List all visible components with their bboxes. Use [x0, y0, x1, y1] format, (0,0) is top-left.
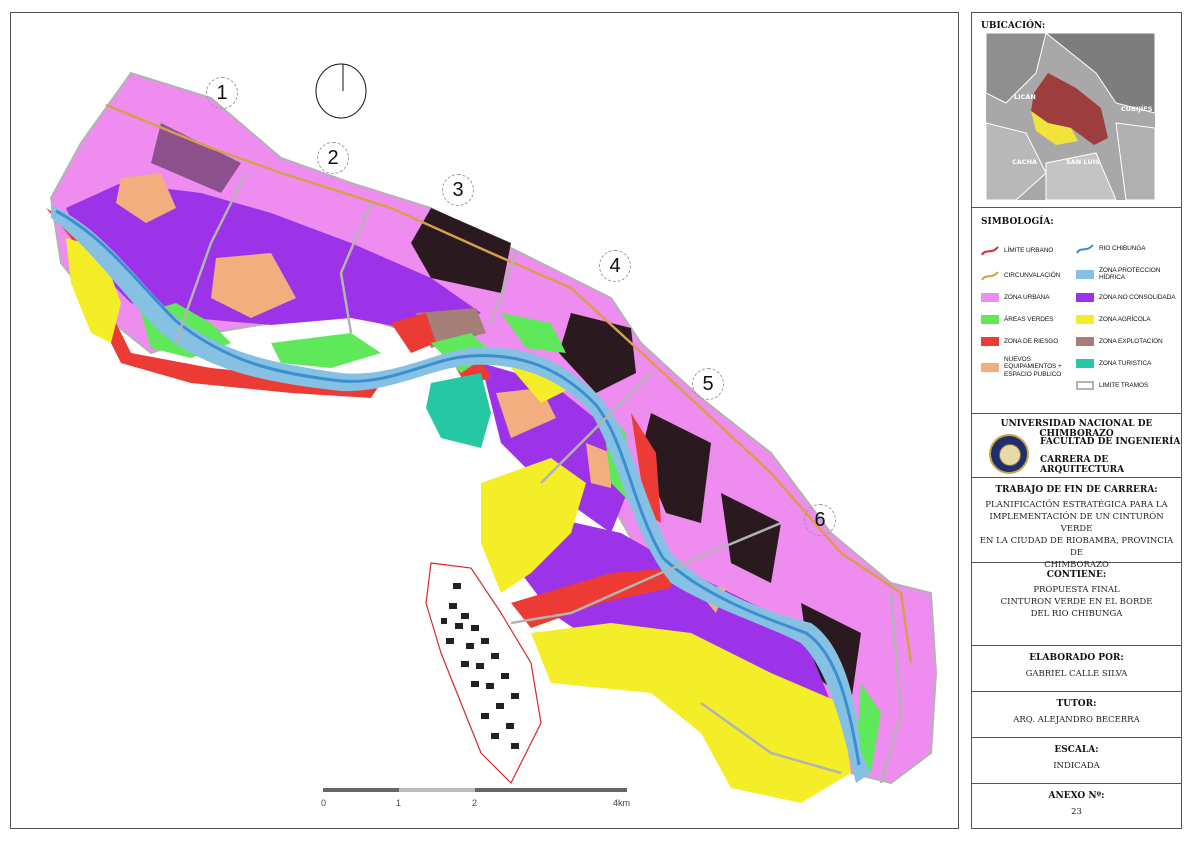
place-label: CUBIJÍES — [1121, 105, 1153, 113]
color-swatch — [1076, 337, 1094, 346]
outline-swatch — [1076, 381, 1094, 390]
tutor-heading: TUTOR: — [1056, 699, 1097, 709]
scale-bar: 0 1 2 4km — [321, 788, 631, 812]
urban-limit-center — [425, 562, 542, 785]
author-name: GABRIEL CALLE SILVA — [1025, 669, 1128, 679]
university-seal-icon — [989, 434, 1029, 474]
scale-label: 0 — [321, 798, 327, 808]
zoning-map[interactable] — [11, 13, 959, 829]
author-section: ELABORADO POR: GABRIEL CALLE SILVA — [972, 646, 1181, 692]
tutor-name: ARQ. ALEJANDRO BECERRA — [1013, 715, 1140, 725]
annex-heading: ANEXO Nº: — [1048, 791, 1105, 801]
annex-section: ANEXO Nº: 23 — [972, 784, 1181, 830]
scale-segment-2 — [399, 788, 475, 792]
legend-item-agricola: ZONA AGRÍCOLA — [1076, 315, 1151, 324]
thesis-heading: TRABAJO DE FIN DE CARRERA: — [995, 485, 1158, 495]
legend-item-limite-tramos: LIMITE TRAMOS — [1076, 381, 1148, 390]
legend-item-no-consolidada: ZONA NO CONSOLIDADA — [1076, 293, 1176, 302]
legend-title: SIMBOLOGÍA: — [981, 217, 1054, 227]
scale-value: INDICADA — [1053, 761, 1100, 771]
scale-label: 4km — [613, 798, 631, 808]
title-block: UBICACIÓN: LICÁN CUBIJÍES CACHA SAN LUIS… — [971, 12, 1182, 829]
thesis-line: PLANIFICACIÓN ESTRATÉGICA PARA LA — [985, 500, 1168, 510]
place-label: CACHA — [1012, 158, 1038, 166]
line-swatch — [981, 246, 999, 256]
color-swatch — [1076, 315, 1094, 324]
author-heading: ELABORADO POR: — [1029, 653, 1124, 663]
tutor-section: TUTOR: ARQ. ALEJANDRO BECERRA — [972, 692, 1181, 738]
color-swatch — [1076, 293, 1094, 302]
contents-line: CINTURON VERDE EN EL BORDE — [1000, 597, 1153, 607]
color-swatch — [1076, 269, 1094, 279]
thesis-line: IMPLEMENTACIÓN DE UN CINTURÓN VERDE — [989, 512, 1164, 534]
thesis-section: TRABAJO DE FIN DE CARRERA: PLANIFICACIÓN… — [972, 478, 1181, 570]
sector-label-4: 4 — [599, 250, 631, 282]
color-swatch — [981, 315, 999, 324]
contents-heading: CONTIENE: — [1046, 570, 1107, 580]
contents-line: DEL RIO CHIBUNGA — [1030, 609, 1123, 619]
color-swatch — [1076, 359, 1094, 368]
legend-item-proteccion: ZONA PROTECCION HÍDRICA — [1076, 267, 1176, 282]
career-name: CARRERA DE ARQUITECTURA — [1040, 455, 1125, 475]
scale-label: 1 — [396, 798, 402, 808]
legend-item-circunvalacion: CIRCUNVALACIÓN — [981, 271, 1060, 281]
scale-label: 2 — [472, 798, 478, 808]
contents-line: PROPUESTA FINAL — [1033, 585, 1120, 595]
scale-section: ESCALA: INDICADA — [972, 738, 1181, 784]
legend-item-turistica: ZONA TURISTICA — [1076, 359, 1151, 368]
sector-label-3: 3 — [442, 174, 474, 206]
contents-section: CONTIENE: PROPUESTA FINAL CINTURON VERDE… — [972, 563, 1181, 646]
location-section: UBICACIÓN: LICÁN CUBIJÍES CACHA SAN LUIS — [972, 13, 1181, 208]
sector-label-6: 6 — [804, 504, 836, 536]
faculty-name: FACULTAD DE INGENIERÍA — [1040, 437, 1181, 447]
sector-label-1: 1 — [206, 77, 238, 109]
place-label: SAN LUIS — [1066, 158, 1100, 166]
place-label: LICÁN — [1014, 93, 1036, 101]
legend-item-limite-urbano: LÍMITE URBANO — [981, 246, 1053, 256]
sector-label-2: 2 — [317, 142, 349, 174]
legend-item-urbana: ZONA URBANA — [981, 293, 1050, 302]
scale-segment-1 — [323, 788, 399, 792]
university-section: UNIVERSIDAD NACIONAL DE CHIMBORAZO FACUL… — [972, 414, 1181, 478]
legend-item-riesgo: ZONA DE RIESGO — [981, 337, 1058, 346]
location-title: UBICACIÓN: — [981, 21, 1046, 31]
color-swatch — [981, 362, 999, 372]
color-swatch — [981, 293, 999, 302]
scale-heading: ESCALA: — [1054, 745, 1099, 755]
line-swatch — [981, 271, 999, 281]
color-swatch — [981, 337, 999, 346]
annex-number: 23 — [1071, 807, 1082, 817]
legend-section: SIMBOLOGÍA: LÍMITE URBANO RIO CHIBUNGA C… — [972, 208, 1181, 414]
legend-item-explotacion: ZONA EXPLOTACION — [1076, 337, 1163, 346]
zone-verdes-2 — [271, 333, 381, 368]
map-frame[interactable]: 1 2 3 4 5 6 0 1 2 4km — [10, 12, 959, 829]
legend-item-verdes: ÁREAS VERDES — [981, 315, 1053, 324]
legend-item-equipamientos: NUEVOS EQUIPAMIENTOS + ESPACIO PUBLICO — [981, 356, 1073, 378]
thesis-line: EN LA CIUDAD DE RIOBAMBA, PROVINCIA DE — [979, 536, 1174, 558]
scale-segment-3 — [475, 788, 627, 792]
legend-item-rio: RIO CHIBUNGA — [1076, 244, 1146, 254]
locator-map: LICÁN CUBIJÍES CACHA SAN LUIS — [986, 33, 1155, 200]
zone-turistica — [426, 373, 491, 448]
sector-label-5: 5 — [692, 368, 724, 400]
line-swatch — [1076, 244, 1094, 254]
